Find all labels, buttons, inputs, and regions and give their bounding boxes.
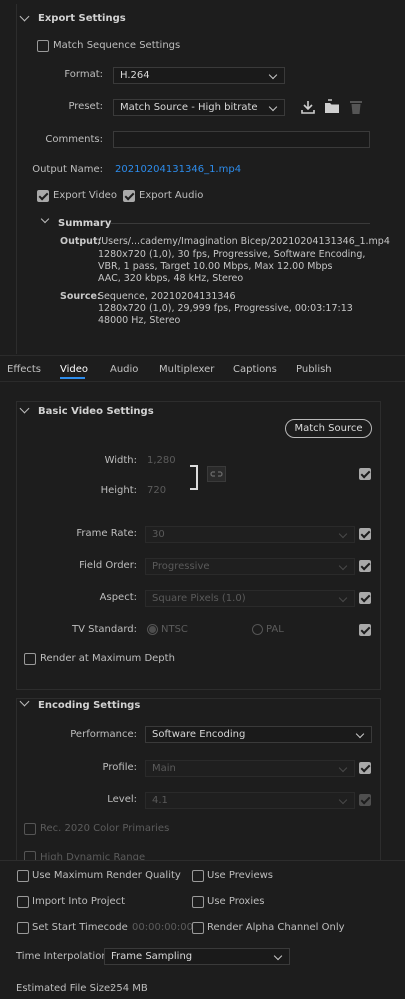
link-icon[interactable] <box>207 466 226 482</box>
output-name-link[interactable]: 20210204131346_1.mp4 <box>115 164 241 175</box>
frame-rate-checkbox[interactable] <box>359 528 371 540</box>
export-audio-checkbox[interactable] <box>123 190 135 202</box>
use-proxies-label: Use Proxies <box>207 896 265 907</box>
render-alpha-checkbox[interactable] <box>192 922 204 934</box>
ntsc-label: NTSC <box>161 624 188 635</box>
encoding-settings-title: Encoding Settings <box>38 700 141 711</box>
match-source-button[interactable]: Match Source <box>285 419 372 438</box>
render-alpha-label: Render Alpha Channel Only <box>207 922 345 933</box>
render-max-depth-checkbox[interactable] <box>24 653 36 665</box>
summary-title: Summary <box>58 218 112 229</box>
preset-dropdown[interactable]: Match Source - High bitrate <box>113 99 285 116</box>
delete-preset-icon[interactable] <box>349 99 363 115</box>
aspect-link-bracket <box>190 465 198 490</box>
aspect-dropdown[interactable]: Square Pixels (1.0) <box>145 590 355 607</box>
summary-source-line-2: 1280x720 (1,0), 29,999 fps, Progressive,… <box>98 303 353 314</box>
summary-output-line-2: 1280x720 (1,0), 30 fps, Progressive, Sof… <box>98 249 366 260</box>
performance-label: Performance: <box>70 729 137 740</box>
match-sequence-label: Match Sequence Settings <box>53 40 181 51</box>
field-order-label: Field Order: <box>79 560 137 571</box>
summary-source-label: Source: <box>60 291 101 302</box>
summary-output-line-1: /Users/...cademy/Imagination Bicep/20210… <box>98 236 390 247</box>
estimated-size-label: Estimated File Size: <box>16 983 114 994</box>
set-start-timecode-label: Set Start Timecode <box>32 922 128 933</box>
comments-input[interactable] <box>113 131 370 148</box>
summary-output-line-4: AAC, 320 kbps, 48 kHz, Stereo <box>98 273 244 284</box>
tab-multiplexer[interactable]: Multiplexer <box>159 364 214 375</box>
import-into-project-checkbox[interactable] <box>17 896 29 908</box>
output-name-label: Output Name: <box>32 164 103 175</box>
basic-video-title: Basic Video Settings <box>38 406 154 417</box>
estimated-size-value: 254 MB <box>110 983 148 994</box>
ntsc-radio[interactable] <box>147 624 158 635</box>
profile-checkbox[interactable] <box>359 762 371 774</box>
encoding-settings-panel <box>16 698 381 868</box>
field-order-checkbox[interactable] <box>359 560 371 572</box>
frame-rate-dropdown[interactable]: 30 <box>145 526 355 543</box>
use-proxies-checkbox[interactable] <box>192 896 204 908</box>
time-interpolation-dropdown[interactable]: Frame Sampling <box>104 948 290 965</box>
pal-radio[interactable] <box>252 624 263 635</box>
frame-rate-label: Frame Rate: <box>76 528 137 539</box>
profile-dropdown[interactable]: Main <box>145 760 355 777</box>
profile-label: Profile: <box>102 762 137 773</box>
summary-output-label: Output: <box>60 236 102 247</box>
active-tab-indicator <box>60 377 85 379</box>
aspect-label: Aspect: <box>99 592 137 603</box>
summary-source-line-3: 48000 Hz, Stereo <box>98 315 181 326</box>
use-previews-label: Use Previews <box>207 870 273 881</box>
width-value[interactable]: 1,280 <box>147 455 176 466</box>
format-dropdown[interactable]: H.264 <box>113 67 285 84</box>
set-start-timecode-checkbox[interactable] <box>17 922 29 934</box>
tabs-divider-top <box>0 355 405 356</box>
tab-publish[interactable]: Publish <box>296 364 332 375</box>
tab-video[interactable]: Video <box>60 364 88 375</box>
render-max-depth-label: Render at Maximum Depth <box>40 653 175 664</box>
tab-captions[interactable]: Captions <box>233 364 277 375</box>
aspect-checkbox[interactable] <box>359 592 371 604</box>
summary-divider <box>110 223 370 224</box>
comments-label: Comments: <box>45 134 103 145</box>
rec2020-label: Rec. 2020 Color Primaries <box>40 823 170 834</box>
width-label: Width: <box>104 455 137 466</box>
height-value[interactable]: 720 <box>147 485 166 496</box>
tab-audio[interactable]: Audio <box>110 364 138 375</box>
format-label: Format: <box>64 69 103 80</box>
field-order-dropdown[interactable]: Progressive <box>145 558 355 575</box>
level-dropdown[interactable]: 4.1 <box>145 792 355 809</box>
use-previews-checkbox[interactable] <box>192 870 204 882</box>
performance-dropdown[interactable]: Software Encoding <box>145 726 372 743</box>
import-preset-icon[interactable] <box>324 99 341 115</box>
import-into-project-label: Import Into Project <box>32 896 126 907</box>
basic-video-panel <box>16 401 381 690</box>
tv-standard-checkbox[interactable] <box>359 624 371 636</box>
level-label: Level: <box>107 794 137 805</box>
tab-effects[interactable]: Effects <box>7 364 41 375</box>
level-checkbox[interactable] <box>359 794 371 806</box>
export-video-checkbox[interactable] <box>37 190 49 202</box>
export-video-label: Export Video <box>53 190 117 201</box>
time-interpolation-label: Time Interpolation: <box>16 951 112 962</box>
pal-label: PAL <box>266 624 284 635</box>
preset-label: Preset: <box>68 101 103 112</box>
max-render-quality-checkbox[interactable] <box>17 870 29 882</box>
match-sequence-checkbox[interactable] <box>37 40 49 52</box>
export-settings-title: Export Settings <box>38 13 126 24</box>
rec2020-checkbox[interactable] <box>24 823 36 835</box>
save-preset-icon[interactable] <box>300 99 316 115</box>
summary-source-line-1: Sequence, 20210204131346 <box>98 291 236 302</box>
width-height-checkbox[interactable] <box>359 468 371 480</box>
summary-output-line-3: VBR, 1 pass, Target 10.00 Mbps, Max 12.0… <box>98 261 333 272</box>
max-render-quality-label: Use Maximum Render Quality <box>32 870 181 881</box>
start-timecode-value[interactable]: 00:00:00:00 <box>132 922 193 933</box>
tv-standard-label: TV Standard: <box>72 624 137 635</box>
tabs-divider-bottom <box>0 381 405 382</box>
export-audio-label: Export Audio <box>139 190 204 201</box>
height-label: Height: <box>100 485 137 496</box>
